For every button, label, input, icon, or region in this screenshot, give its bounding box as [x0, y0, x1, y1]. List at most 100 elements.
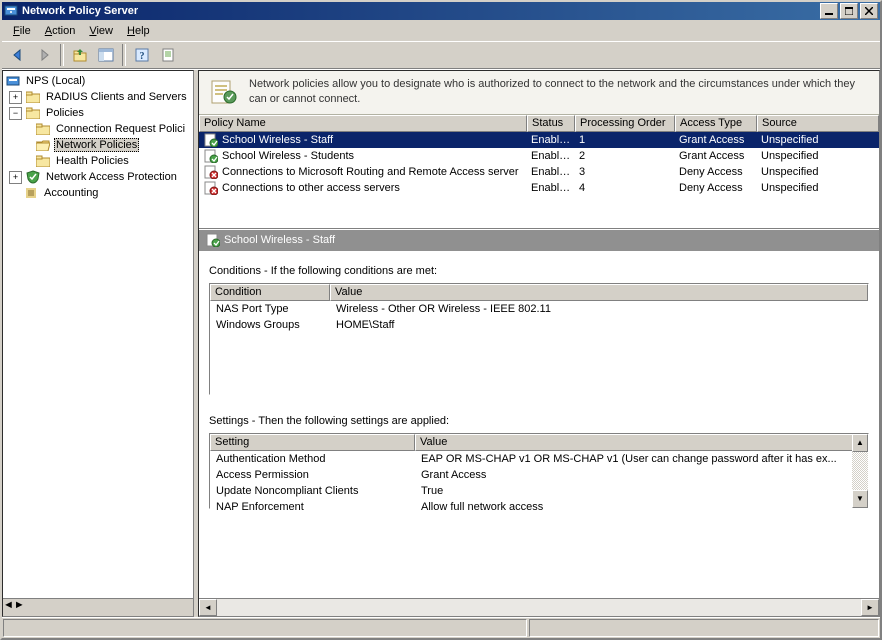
tree-radius[interactable]: + RADIUS Clients and Servers — [3, 89, 193, 105]
col-access[interactable]: Access Type — [675, 115, 757, 132]
maximize-button[interactable] — [840, 3, 858, 19]
accounting-icon — [23, 186, 39, 200]
status-well-2 — [529, 619, 879, 637]
policy-name: School Wireless - Staff — [222, 134, 333, 146]
tree-root[interactable]: NPS (Local) — [3, 73, 193, 89]
folder-icon — [35, 154, 51, 168]
status-well-1 — [3, 619, 527, 637]
scroll-left-icon[interactable]: ◄ — [3, 599, 14, 616]
tree-policies[interactable]: − Policies — [3, 105, 193, 121]
nps-icon — [5, 74, 21, 88]
tree-connection-request[interactable]: Connection Request Polici — [3, 121, 193, 137]
info-text: Network policies allow you to designate … — [249, 77, 871, 108]
policy-name: Connections to Microsoft Routing and Rem… — [222, 166, 519, 178]
col-value[interactable]: Value — [330, 284, 868, 301]
tree-health-policies[interactable]: Health Policies — [3, 153, 193, 169]
conditions-body[interactable]: NAS Port TypeWireless - Other OR Wireles… — [210, 301, 868, 333]
scroll-right-icon[interactable]: ► — [861, 599, 879, 616]
condition-row[interactable]: NAS Port TypeWireless - Other OR Wireles… — [210, 301, 868, 317]
setting-row[interactable]: Authentication MethodEAP OR MS-CHAP v1 O… — [210, 451, 852, 467]
menu-view[interactable]: View — [82, 23, 120, 39]
conditions-heading: Conditions - If the following conditions… — [209, 265, 869, 277]
policy-name: School Wireless - Students — [222, 150, 354, 162]
expander-icon[interactable]: − — [9, 107, 22, 120]
col-setting-value[interactable]: Value — [415, 434, 868, 451]
statusbar — [2, 617, 880, 638]
condition-row[interactable]: Windows GroupsHOME\Staff — [210, 317, 868, 333]
policy-list-body[interactable]: School Wireless - StaffEnabled1Grant Acc… — [199, 132, 879, 228]
scroll-track[interactable] — [217, 599, 861, 616]
scroll-track[interactable] — [852, 452, 868, 490]
policy-access: Deny Access — [675, 182, 757, 194]
policy-source: Unspecified — [757, 134, 879, 146]
menubar: File Action View Help — [2, 20, 880, 41]
toolbar-separator — [60, 44, 64, 66]
content-pane: Network policies allow you to designate … — [198, 70, 880, 617]
scroll-up-icon[interactable]: ▲ — [852, 434, 868, 452]
scroll-left-icon[interactable]: ◄ — [199, 599, 217, 616]
policy-access: Deny Access — [675, 166, 757, 178]
info-banner: Network policies allow you to designate … — [199, 71, 879, 115]
policy-row[interactable]: School Wireless - StudentsEnabled2Grant … — [199, 148, 879, 164]
menu-help[interactable]: Help — [120, 23, 157, 39]
up-button[interactable] — [68, 43, 92, 67]
scroll-down-icon[interactable]: ▼ — [852, 490, 868, 508]
settings-body[interactable]: Authentication MethodEAP OR MS-CHAP v1 O… — [210, 451, 852, 515]
col-status[interactable]: Status — [527, 115, 575, 132]
shield-icon — [25, 170, 41, 184]
policy-name: Connections to other access servers — [222, 182, 400, 194]
back-button[interactable] — [6, 43, 30, 67]
tree-hscroll[interactable]: ◄ ► — [3, 598, 193, 616]
svg-text:?: ? — [140, 51, 145, 62]
policy-deny-icon — [203, 165, 219, 179]
col-source[interactable]: Source — [757, 115, 879, 132]
expander-icon[interactable]: + — [9, 91, 22, 104]
col-policy-name[interactable]: Policy Name — [199, 115, 527, 132]
settings-vscroll[interactable]: ▲ ▼ — [852, 434, 868, 508]
close-button[interactable] — [860, 3, 878, 19]
policy-row[interactable]: School Wireless - StaffEnabled1Grant Acc… — [199, 132, 879, 148]
col-setting[interactable]: Setting — [210, 434, 415, 451]
menu-file[interactable]: File — [6, 23, 38, 39]
forward-button[interactable] — [32, 43, 56, 67]
policy-allow-icon — [203, 149, 219, 163]
policy-list: Policy Name Status Processing Order Acce… — [199, 115, 879, 229]
setting-row[interactable]: Access PermissionGrant Access — [210, 467, 852, 483]
setting-value: EAP OR MS-CHAP v1 OR MS-CHAP v1 (User ca… — [415, 453, 852, 465]
tree-nap[interactable]: + Network Access Protection — [3, 169, 193, 185]
policy-source: Unspecified — [757, 150, 879, 162]
toolbar-separator-2 — [122, 44, 126, 66]
help-button[interactable]: ? — [130, 43, 154, 67]
setting-row[interactable]: NAP EnforcementAllow full network access — [210, 499, 852, 515]
show-hide-tree-button[interactable] — [94, 43, 118, 67]
policy-deny-icon — [203, 181, 219, 195]
expander-icon[interactable]: + — [9, 171, 22, 184]
policy-allow-icon — [205, 233, 221, 247]
scroll-right-icon[interactable]: ► — [14, 599, 25, 616]
content-hscroll[interactable]: ◄ ► — [199, 598, 879, 616]
condition-name: NAS Port Type — [210, 303, 330, 315]
conditions-table: Condition Value NAS Port TypeWireless - … — [209, 283, 869, 395]
menu-action[interactable]: Action — [38, 23, 83, 39]
settings-table: Setting Value Authentication MethodEAP O… — [209, 433, 869, 509]
folder-open-icon — [35, 138, 51, 152]
setting-value: Grant Access — [415, 469, 852, 481]
minimize-button[interactable] — [820, 3, 838, 19]
setting-row[interactable]: Update Noncompliant ClientsTrue — [210, 483, 852, 499]
col-condition[interactable]: Condition — [210, 284, 330, 301]
policy-access: Grant Access — [675, 150, 757, 162]
policy-order: 3 — [575, 166, 675, 178]
setting-name: Access Permission — [210, 469, 415, 481]
folder-icon — [35, 122, 51, 136]
detail-body: Conditions - If the following conditions… — [199, 251, 879, 598]
policy-status: Enabled — [527, 150, 575, 162]
tree-accounting[interactable]: Accounting — [3, 185, 193, 201]
col-order[interactable]: Processing Order — [575, 115, 675, 132]
detail-title: School Wireless - Staff — [224, 234, 335, 246]
tree-network-policies[interactable]: Network Policies — [3, 137, 193, 153]
setting-name: Update Noncompliant Clients — [210, 485, 415, 497]
nav-tree[interactable]: NPS (Local) + RADIUS Clients and Servers… — [3, 71, 193, 598]
policy-row[interactable]: Connections to Microsoft Routing and Rem… — [199, 164, 879, 180]
properties-button[interactable] — [156, 43, 180, 67]
policy-row[interactable]: Connections to other access serversEnabl… — [199, 180, 879, 196]
